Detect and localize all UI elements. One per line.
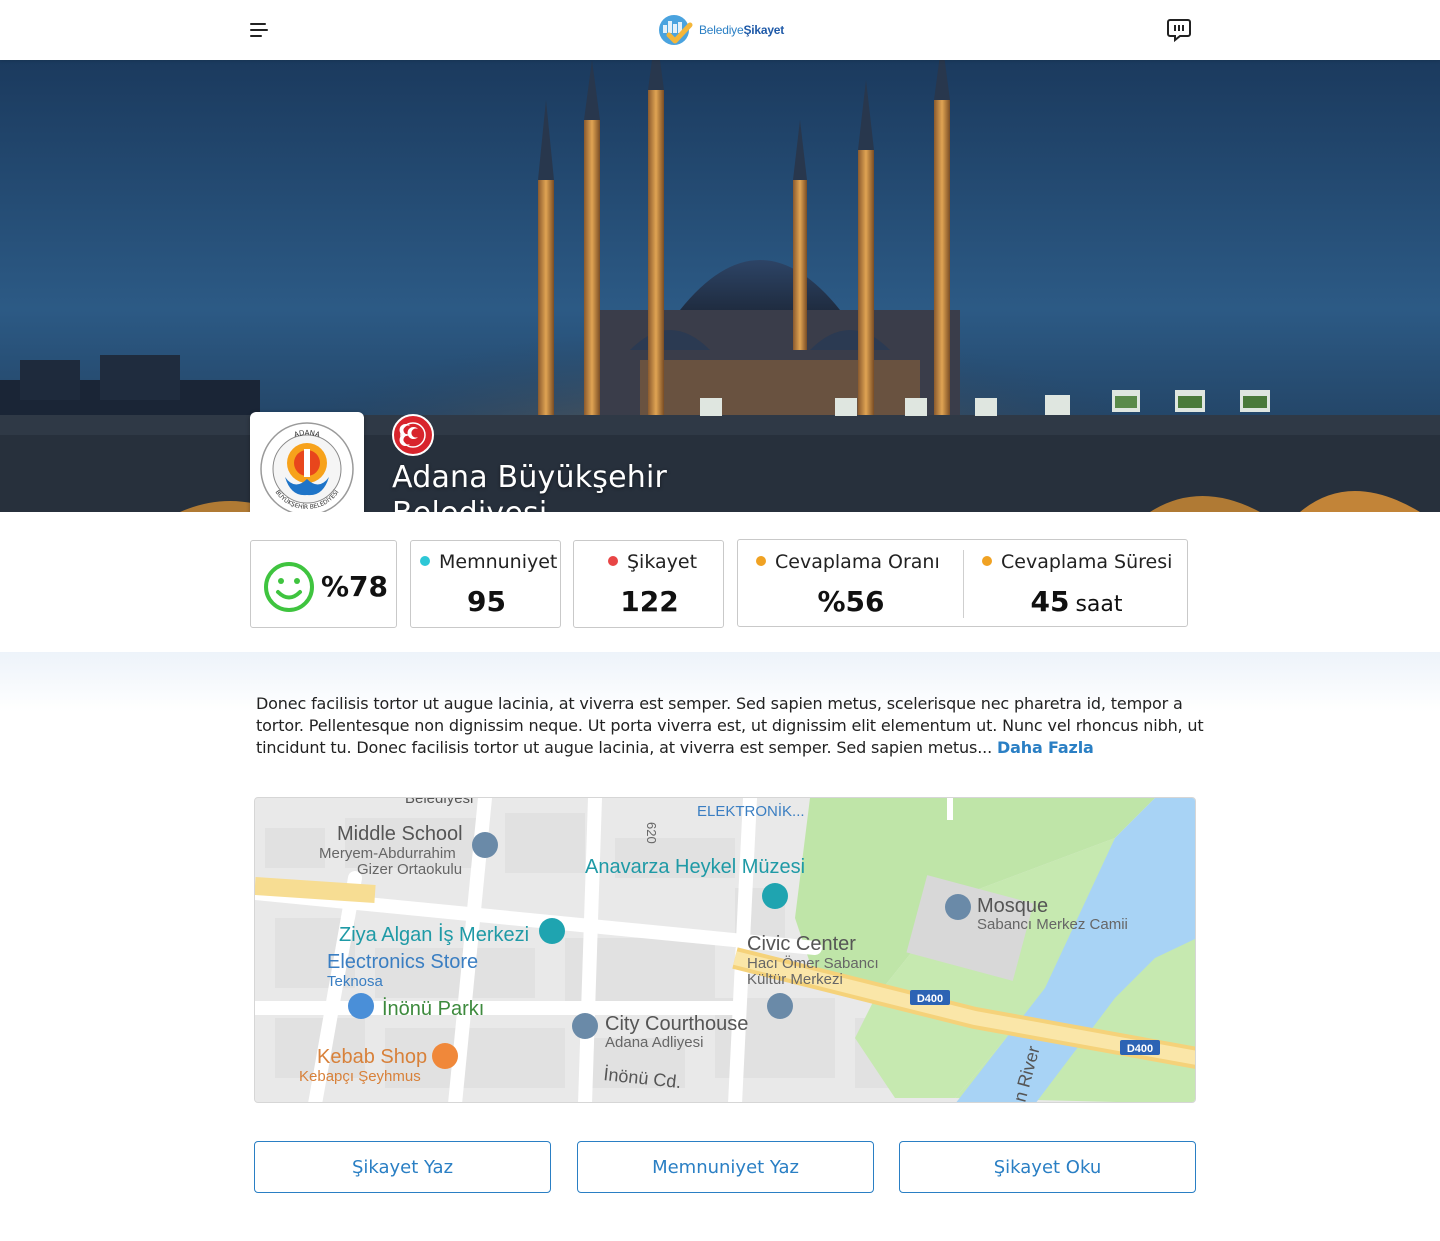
cevaplama-suresi-label: Cevaplama Süresi <box>982 551 1172 573</box>
memnuniyet-card[interactable]: Memnuniyet 95 <box>410 540 561 628</box>
map-label-adana-adliyesi: Adana Adliyesi <box>605 1034 703 1051</box>
map-label-anavarza: Anavarza Heykel Müzesi <box>585 856 805 878</box>
satisfaction-percent: %78 <box>321 570 389 603</box>
map-label-kultur: Kültür Merkezi <box>747 971 843 988</box>
municipality-description: Donec facilisis tortor ut augue lacinia,… <box>256 694 1204 757</box>
map-label-d400-b: D400 <box>1127 1043 1153 1055</box>
map-label-elektronik: ELEKTRONİK... <box>697 802 805 820</box>
map-label-mosque: Mosque <box>977 895 1048 917</box>
cevaplama-suresi-value: 45 saat <box>1030 585 1123 618</box>
map-label-kebab: Kebab Shop <box>317 1046 427 1068</box>
logo-text: BelediyeŞikayet <box>699 23 785 37</box>
write-satisfaction-button[interactable]: Memnuniyet Yaz <box>577 1141 874 1193</box>
site-logo[interactable]: BelediyeŞikayet <box>657 13 784 47</box>
map-label-haci-omer: Hacı Ömer Sabancı <box>747 954 879 972</box>
read-more-link[interactable]: Daha Fazla <box>997 738 1094 757</box>
sikayet-count: 122 <box>620 585 679 618</box>
school-pin-icon[interactable] <box>472 832 498 858</box>
map-label-d400-a: D400 <box>917 993 943 1005</box>
location-map[interactable]: D400 D400 Belediyesi 620 ELEKTRONİK... M… <box>254 797 1196 1103</box>
logo-check-icon <box>659 15 693 45</box>
restaurant-pin-icon[interactable] <box>432 1043 458 1069</box>
cevaplama-orani-label: Cevaplama Oranı <box>756 551 940 573</box>
hero-banner: ADANA BÜYÜKŞEHİR BELEDİYESİ Adana Büyükş… <box>0 60 1440 512</box>
map-label-teknosa: Teknosa <box>327 973 384 990</box>
top-navigation-bar: BelediyeŞikayet <box>0 0 1440 60</box>
chat-bubble-icon[interactable] <box>1166 17 1192 43</box>
memnuniyet-label: Memnuniyet <box>420 551 557 573</box>
map-label-meryem: Meryem-Abdurrahim <box>319 845 456 862</box>
business-pin-icon[interactable] <box>539 918 565 944</box>
map-label-gizer: Gizer Ortaokulu <box>357 861 462 878</box>
read-complaints-button[interactable]: Şikayet Oku <box>899 1141 1196 1193</box>
map-label-belediyesi: Belediyesi <box>405 798 473 807</box>
map-label-middle-school: Middle School <box>337 823 463 845</box>
map-label-city-courthouse: City Courthouse <box>605 1013 748 1035</box>
sikayet-label: Şikayet <box>608 551 697 573</box>
map-label-inonu-parki: İnönü Parkı <box>382 997 484 1020</box>
mhp-party-logo-icon <box>392 414 434 456</box>
map-label-kebapci: Kebapçı Şeyhmus <box>299 1068 421 1085</box>
municipality-emblem: ADANA BÜYÜKŞEHİR BELEDİYESİ <box>250 412 364 512</box>
map-label-sabanci-camii: Sabancı Merkez Camii <box>977 916 1128 933</box>
response-stats-card: Cevaplama Oranı %56 Cevaplama Süresi 45 s… <box>737 539 1188 627</box>
cevaplama-orani-value: %56 <box>817 585 885 618</box>
orange-dot-icon <box>982 556 992 566</box>
museum-pin-icon[interactable] <box>762 883 788 909</box>
sikayet-card[interactable]: Şikayet 122 <box>573 540 724 628</box>
map-label-road-620: 620 <box>644 822 659 844</box>
map-label-civic: Civic Center <box>747 933 856 955</box>
hero-mosque-image <box>0 60 1440 512</box>
map-label-ziya: Ziya Algan İş Merkezi <box>339 923 529 946</box>
mosque-pin-icon[interactable] <box>945 894 971 920</box>
write-complaint-button[interactable]: Şikayet Yaz <box>254 1141 551 1193</box>
hamburger-menu-icon[interactable] <box>246 18 272 42</box>
satisfaction-card: %78 <box>250 540 397 628</box>
memnuniyet-count: 95 <box>467 585 506 618</box>
shopping-pin-icon[interactable] <box>348 993 374 1019</box>
red-dot-icon <box>608 556 618 566</box>
municipality-name: Adana Büyükşehir Belediyesi <box>392 460 668 512</box>
courthouse-pin-icon[interactable] <box>572 1013 598 1039</box>
civic-pin-icon[interactable] <box>767 993 793 1019</box>
cyan-dot-icon <box>420 556 430 566</box>
orange-dot-icon <box>756 556 766 566</box>
smiley-face-icon <box>264 562 314 612</box>
map-label-electronics: Electronics Store <box>327 951 478 973</box>
